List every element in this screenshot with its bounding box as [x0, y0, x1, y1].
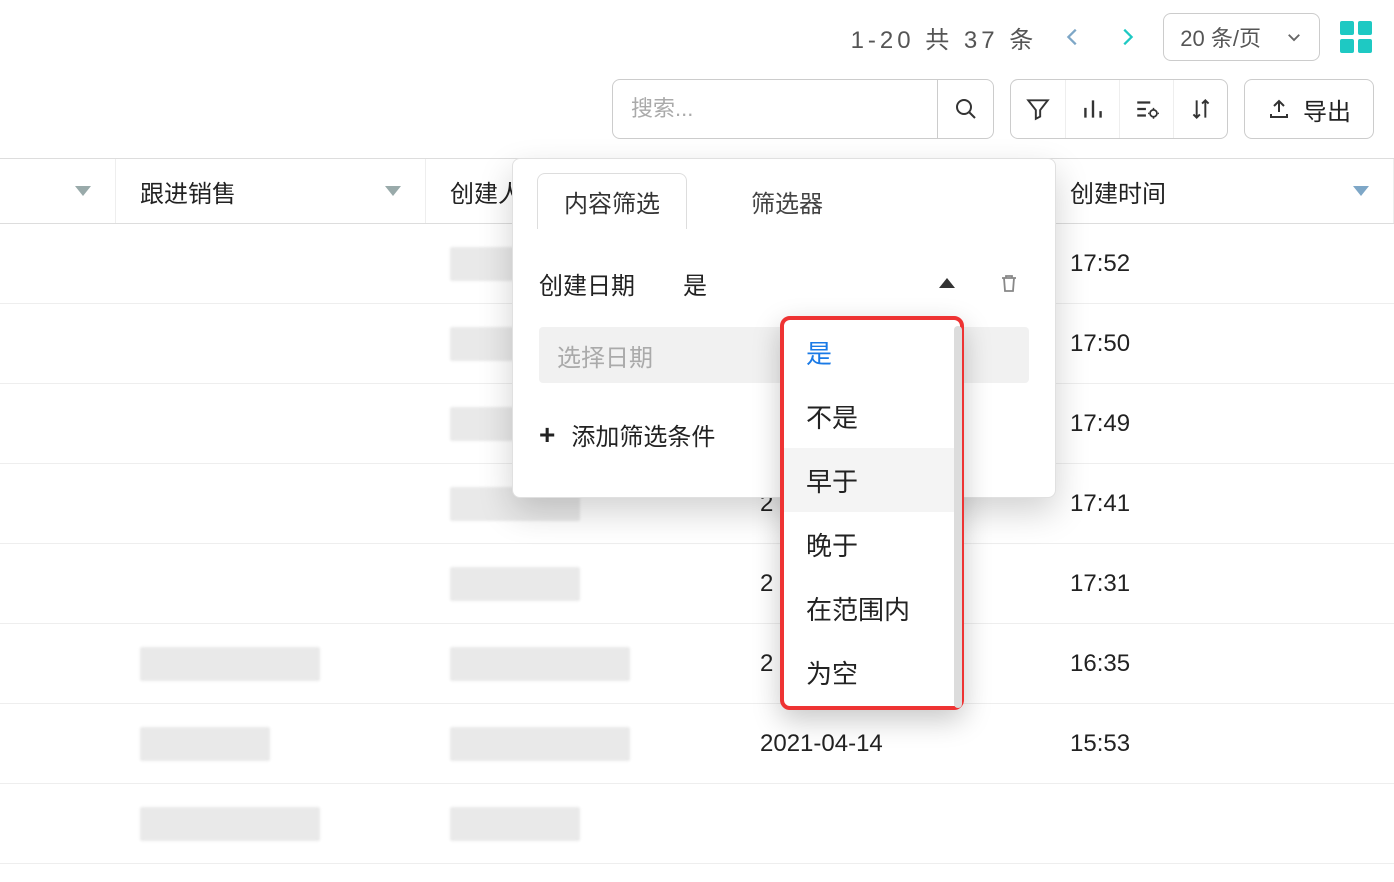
sort-dropdown-icon[interactable]	[1353, 186, 1369, 196]
redacted-cell	[140, 807, 320, 841]
table-row[interactable]	[0, 784, 1394, 864]
sort-icon	[1188, 96, 1214, 122]
operator-select[interactable]: 是	[665, 257, 973, 309]
delete-condition-button[interactable]	[989, 271, 1029, 295]
redacted-cell	[450, 647, 630, 681]
trash-icon	[997, 271, 1021, 295]
operator-option-before[interactable]: 早于	[784, 448, 960, 512]
operator-dropdown: 是 不是 早于 晚于 在范围内 为空	[780, 316, 964, 710]
filter-tabs: 内容筛选 筛选器	[513, 159, 1055, 229]
time-cell: 15:53	[1046, 730, 1394, 758]
table-row[interactable]: 2021-04-14 15:53	[0, 704, 1394, 784]
chart-button[interactable]	[1065, 80, 1119, 138]
upload-icon	[1267, 97, 1291, 121]
operator-option-is[interactable]: 是	[784, 320, 960, 384]
sort-dropdown-icon[interactable]	[385, 186, 401, 196]
operator-option-between[interactable]: 在范围内	[784, 576, 960, 640]
grid-icon	[1340, 21, 1372, 53]
search-icon	[954, 97, 978, 121]
filter-button[interactable]	[1011, 80, 1065, 138]
export-label: 导出	[1303, 92, 1351, 127]
column-header-sales[interactable]: 跟进销售	[116, 159, 426, 223]
time-cell: 17:41	[1046, 490, 1394, 518]
operator-option-after[interactable]: 晚于	[784, 512, 960, 576]
redacted-cell	[450, 807, 580, 841]
table-toolbar: 导出	[0, 78, 1374, 140]
pager-range: 1-20 共 37 条	[851, 20, 1038, 55]
prev-page-button[interactable]	[1055, 19, 1091, 55]
redacted-cell	[450, 567, 580, 601]
toolbar-button-group	[1010, 79, 1228, 139]
add-condition-label: 添加筛选条件	[571, 417, 715, 452]
redacted-cell	[140, 647, 320, 681]
time-cell: 17:49	[1046, 410, 1394, 438]
operator-option-empty[interactable]: 为空	[784, 640, 960, 704]
view-grid-button[interactable]	[1338, 19, 1374, 55]
page-size-label: 20 条/页	[1180, 21, 1261, 53]
bar-chart-icon	[1080, 96, 1106, 122]
tab-filter[interactable]: 筛选器	[725, 173, 849, 229]
search-input[interactable]	[613, 80, 937, 138]
column-header-created-time[interactable]: 创建时间	[1046, 159, 1394, 223]
filter-field-label: 创建日期	[539, 266, 649, 301]
search-box	[612, 79, 994, 139]
filter-condition-row: 创建日期 是	[539, 257, 1029, 309]
operator-selected: 是	[683, 266, 707, 301]
date-cell: 2021-04-14	[736, 730, 1046, 758]
operator-option-isnot[interactable]: 不是	[784, 384, 960, 448]
funnel-icon	[1025, 96, 1051, 122]
chevron-down-icon	[1285, 28, 1303, 46]
chevron-right-icon	[1116, 26, 1138, 48]
time-cell: 17:31	[1046, 570, 1394, 598]
time-cell: 16:35	[1046, 650, 1394, 678]
plus-icon: +	[539, 419, 555, 451]
search-button[interactable]	[937, 80, 993, 138]
redacted-cell	[450, 727, 630, 761]
date-placeholder: 选择日期	[557, 338, 653, 373]
table-row[interactable]: 2 17:31	[0, 544, 1394, 624]
page-size-select[interactable]: 20 条/页	[1163, 13, 1320, 61]
list-gear-icon	[1134, 96, 1160, 122]
sort-button[interactable]	[1173, 80, 1227, 138]
sort-dropdown-icon[interactable]	[75, 186, 91, 196]
table-row[interactable]: 2 16:35	[0, 624, 1394, 704]
time-cell: 17:50	[1046, 330, 1394, 358]
chevron-left-icon	[1062, 26, 1084, 48]
settings-button[interactable]	[1119, 80, 1173, 138]
pagination-bar: 1-20 共 37 条 20 条/页	[0, 10, 1374, 64]
export-button[interactable]: 导出	[1244, 79, 1374, 139]
tab-content-filter[interactable]: 内容筛选	[537, 173, 687, 229]
column-header-blank[interactable]	[0, 159, 116, 223]
chevron-up-icon	[939, 278, 955, 288]
redacted-cell	[140, 727, 270, 761]
time-cell: 17:52	[1046, 250, 1394, 278]
next-page-button[interactable]	[1109, 19, 1145, 55]
